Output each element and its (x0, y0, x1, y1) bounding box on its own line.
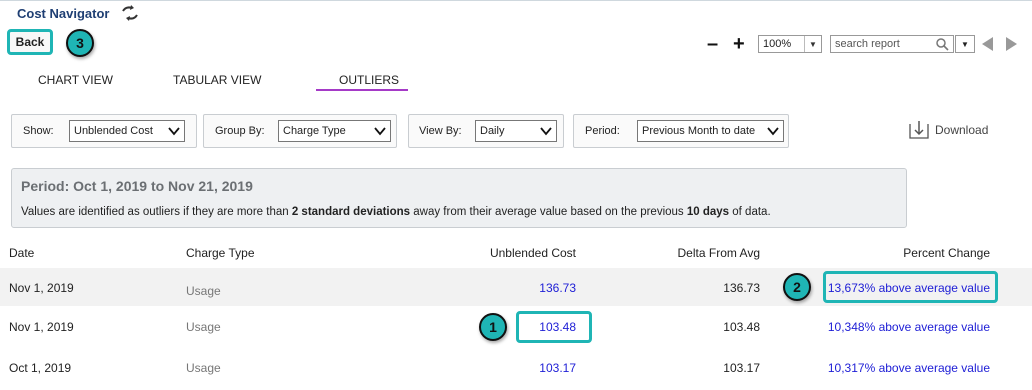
table-row-delta: 136.73 (723, 281, 760, 295)
table-row-date: Nov 1, 2019 (9, 320, 74, 334)
chevron-down-icon: ▼ (804, 36, 821, 52)
tab-tabular-view[interactable]: TABULAR VIEW (173, 73, 261, 87)
period-select-value: Previous Month to date (642, 125, 756, 137)
active-tab-indicator (316, 89, 408, 91)
chevron-down-icon: ▼ (961, 39, 969, 49)
column-header-percent-change: Percent Change (903, 246, 990, 260)
chevron-down-icon (540, 127, 552, 136)
next-page-icon[interactable] (1006, 37, 1017, 51)
period-select[interactable]: Previous Month to date (637, 120, 784, 142)
annotation-badge-2: 2 (783, 273, 811, 301)
group-by-select-value: Charge Type (283, 125, 346, 137)
table-row-charge-type: Usage (186, 320, 221, 334)
app-title: Cost Navigator (17, 6, 110, 21)
show-filter-label: Show: (23, 125, 54, 137)
table-row-cost-link[interactable]: 136.73 (539, 281, 576, 295)
table-row-date: Oct 1, 2019 (9, 361, 72, 375)
download-icon (909, 121, 929, 139)
column-header-unblended-cost: Unblended Cost (489, 246, 576, 260)
search-icon[interactable] (936, 38, 949, 51)
annotation-badge-3: 3 (66, 29, 94, 57)
zoom-out-button[interactable]: – (707, 34, 718, 54)
view-by-select[interactable]: Daily (475, 120, 557, 142)
zoom-in-button[interactable]: + (733, 34, 745, 54)
zoom-value: 100% (763, 38, 792, 50)
swap-arrows-icon[interactable] (120, 5, 140, 21)
previous-page-icon[interactable] (982, 37, 993, 51)
search-placeholder: search report (835, 38, 900, 50)
view-by-filter: View By: Daily (408, 114, 564, 148)
annotation-badge-1: 1 (479, 313, 507, 341)
column-header-charge-type: Charge Type (186, 246, 255, 260)
period-filter-label: Period: (585, 125, 620, 137)
group-by-filter-label: Group By: (215, 125, 265, 137)
tab-chart-view[interactable]: CHART VIEW (38, 73, 113, 87)
table-row-date: Nov 1, 2019 (9, 281, 74, 295)
table-row-delta: 103.17 (723, 361, 760, 375)
period-info-panel (11, 168, 907, 228)
table-row-cost-link[interactable]: 103.48 (539, 320, 576, 334)
download-label: Download (935, 123, 989, 137)
table-row-percent-link[interactable]: 10,317% above average value (828, 361, 990, 375)
view-by-select-value: Daily (480, 125, 505, 137)
download-button[interactable]: Download (908, 120, 988, 140)
column-header-date: Date (9, 246, 35, 260)
tab-outliers[interactable]: OUTLIERS (339, 73, 399, 87)
table-row-percent-link[interactable]: 10,348% above average value (828, 320, 990, 334)
period-filter: Period: Previous Month to date (573, 114, 789, 148)
back-button[interactable]: Back (7, 29, 53, 55)
view-by-filter-label: View By: (419, 125, 462, 137)
search-input[interactable]: search report (830, 35, 954, 53)
table-row-percent-link[interactable]: 13,673% above average value (828, 281, 990, 295)
group-by-select[interactable]: Charge Type (278, 120, 391, 142)
table-row-charge-type: Usage (186, 284, 221, 298)
show-filter: Show: Unblended Cost (11, 114, 197, 148)
period-title: Period: Oct 1, 2019 to Nov 21, 2019 (21, 178, 253, 194)
search-options-dropdown[interactable]: ▼ (955, 35, 975, 53)
table-row-charge-type: Usage (186, 361, 221, 375)
chevron-down-icon (767, 127, 779, 136)
show-select-value: Unblended Cost (74, 125, 153, 137)
chevron-down-icon (168, 127, 180, 136)
table-row-delta: 103.48 (723, 320, 760, 334)
chevron-down-icon (374, 127, 386, 136)
show-select[interactable]: Unblended Cost (69, 120, 185, 142)
top-border (0, 0, 1032, 1)
table-row-cost-link[interactable]: 103.17 (539, 361, 576, 375)
zoom-select[interactable]: 100% ▼ (758, 35, 822, 53)
column-header-delta-from-avg: Delta From Avg (677, 246, 760, 260)
group-by-filter: Group By: Charge Type (203, 114, 397, 148)
outlier-description: Values are identified as outliers if the… (21, 206, 771, 218)
